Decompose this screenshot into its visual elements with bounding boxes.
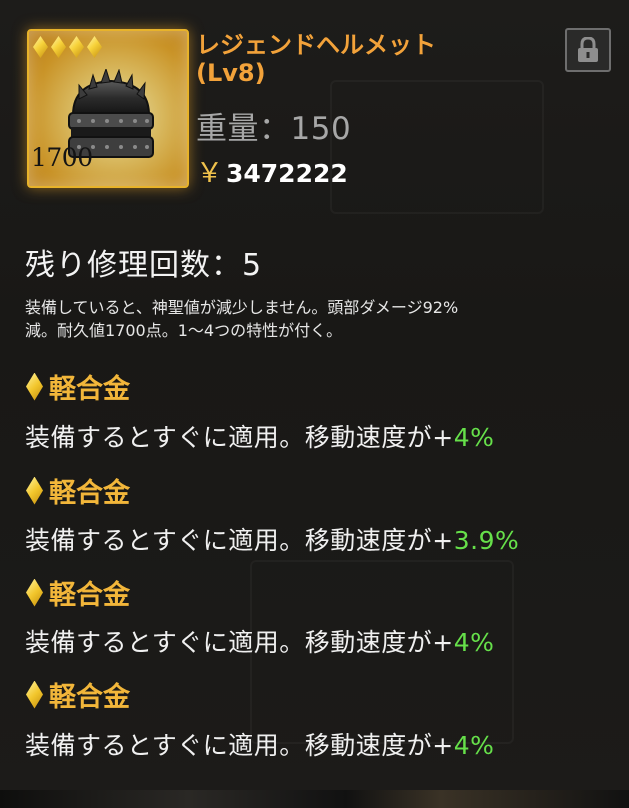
diamond-icon: [26, 476, 43, 505]
description-line: 装備していると、神聖値が減少しません。頭部ダメージ92%: [25, 298, 459, 317]
trait-plus: +: [432, 731, 454, 760]
trait-plus: +: [432, 423, 454, 452]
item-name-line2: (Lv8): [196, 59, 266, 87]
trait-value: 4%: [453, 731, 495, 760]
rarity-stars: [33, 36, 102, 58]
trait-title-text: 軽合金: [49, 580, 130, 611]
diamond-star-icon: [51, 36, 66, 58]
trait-plus: +: [432, 526, 454, 555]
item-weight: 重量：150: [196, 111, 352, 147]
diamond-icon: [26, 680, 43, 709]
price-amount: 3472222: [226, 159, 348, 188]
trait-title-text: 軽合金: [49, 374, 130, 405]
item-name-line1: レジェンドヘルメット: [196, 31, 436, 59]
trait-desc-text: 装備するとすぐに適用。移動速度が: [25, 423, 433, 452]
background-ghost: [330, 80, 544, 214]
trait-title-text: 軽合金: [49, 478, 130, 509]
trait-plus: +: [432, 628, 454, 657]
item-description: 装備していると、神聖値が減少しません。頭部ダメージ92% 減。耐久値1700点。…: [25, 296, 615, 342]
trait-desc-text: 装備するとすぐに適用。移動速度が: [25, 731, 433, 760]
trait-value: 3.9%: [453, 526, 520, 555]
trait-title: 軽合金: [26, 573, 130, 612]
durability-value: 1700: [31, 143, 93, 172]
trait-desc-text: 装備するとすぐに適用。移動速度が: [25, 628, 433, 657]
trait-title: 軽合金: [26, 367, 130, 406]
trait-description: 装備するとすぐに適用。移動速度が+4%: [25, 418, 494, 454]
item-detail-panel: 1700 レジェンドヘルメット (Lv8) 重量：150 ￥ 3472222 残…: [0, 0, 629, 808]
trait-description: 装備するとすぐに適用。移動速度が+4%: [25, 726, 494, 762]
description-line: 減。耐久値1700点。1～4つの特性が付く。: [25, 321, 343, 340]
item-card[interactable]: 1700: [27, 29, 189, 188]
diamond-star-icon: [69, 36, 84, 58]
trait-title: 軽合金: [26, 471, 130, 510]
lock-icon: [578, 37, 598, 62]
trait-value: 4%: [453, 628, 495, 657]
item-name: レジェンドヘルメット (Lv8): [196, 31, 496, 87]
diamond-icon: [26, 578, 43, 607]
diamond-star-icon: [87, 36, 102, 58]
trait-description: 装備するとすぐに適用。移動速度が+3.9%: [25, 521, 519, 557]
trait-title-text: 軽合金: [49, 682, 130, 713]
trait-desc-text: 装備するとすぐに適用。移動速度が: [25, 526, 433, 555]
yen-icon: ￥: [196, 158, 223, 189]
repair-count: 残り修理回数：5: [25, 248, 263, 283]
diamond-star-icon: [33, 36, 48, 58]
bottom-inventory-strip: [0, 790, 629, 808]
lock-button[interactable]: [565, 28, 611, 72]
trait-description: 装備するとすぐに適用。移動速度が+4%: [25, 623, 494, 659]
trait-value: 4%: [453, 423, 495, 452]
trait-title: 軽合金: [26, 675, 130, 714]
diamond-icon: [26, 372, 43, 401]
item-price: ￥ 3472222: [196, 151, 348, 190]
